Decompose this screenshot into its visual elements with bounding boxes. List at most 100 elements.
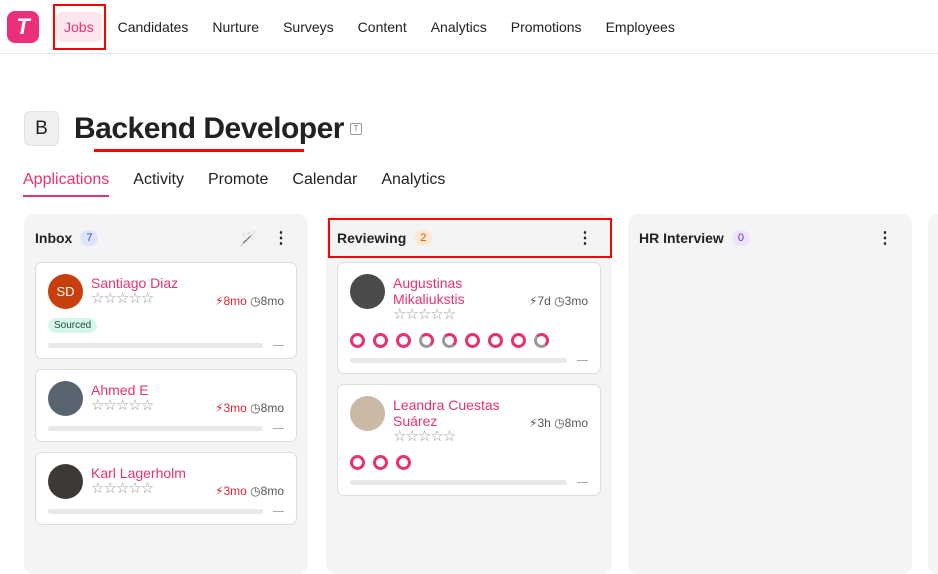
avatar — [48, 464, 83, 499]
clock-icon: ◷ — [550, 294, 565, 308]
candidate-card[interactable]: Leandra Cuestas Suárez ☆☆☆☆☆ ⚡︎3h ◷8mo — [337, 384, 601, 496]
candidate-meta: ⚡︎3mo ◷8mo — [215, 484, 284, 498]
last-activity: 8mo — [223, 294, 247, 308]
rating-stars[interactable]: ☆☆☆☆☆ — [91, 481, 186, 497]
candidate-card[interactable]: Augustinas Mikaliukstis ☆☆☆☆☆ ⚡︎7d ◷3mo — [337, 262, 601, 374]
nav-item-analytics[interactable]: Analytics — [423, 12, 495, 42]
progress-bar — [350, 358, 588, 363]
candidate-meta: ⚡︎7d ◷3mo — [529, 294, 588, 308]
column-inbox: Inbox 7 🪄 ⋮ SD Santiago Diaz ☆☆☆☆☆ ⚡︎8mo ◷8mo So… — [24, 214, 308, 574]
more-vertical-icon[interactable]: ⋮ — [877, 228, 893, 248]
more-vertical-icon[interactable]: ⋮ — [577, 228, 593, 248]
candidate-info: Augustinas Mikaliukstis ☆☆☆☆☆ — [393, 274, 529, 323]
column-title: HR Interview — [639, 230, 724, 246]
evaluation-dots — [350, 333, 588, 348]
candidate-name[interactable]: Santiago Diaz — [91, 275, 178, 291]
dash-icon — [577, 360, 588, 361]
last-activity: 3mo — [223, 401, 247, 415]
column-next — [928, 214, 938, 574]
job-header: B Backend Developer T — [24, 111, 362, 146]
age: 8mo — [260, 401, 284, 415]
column-count-badge: 0 — [731, 230, 750, 246]
avatar: SD — [48, 274, 83, 309]
nav-item-surveys[interactable]: Surveys — [275, 12, 342, 42]
column-header: HR Interview 0 ⋮ — [639, 214, 901, 262]
evaluation-dot[interactable] — [396, 333, 411, 348]
progress-track — [48, 426, 263, 431]
rating-stars[interactable]: ☆☆☆☆☆ — [91, 398, 154, 414]
evaluation-dot[interactable] — [350, 333, 365, 348]
candidate-info: Ahmed E ☆☆☆☆☆ — [91, 381, 154, 414]
nav-item-promotions[interactable]: Promotions — [503, 12, 590, 42]
evaluation-dot[interactable] — [442, 333, 457, 348]
job-initial: B — [24, 111, 59, 146]
column-count-badge: 2 — [414, 230, 433, 246]
progress-track — [48, 509, 263, 514]
progress-bar — [48, 343, 284, 348]
candidate-meta: ⚡︎3mo ◷8mo — [215, 401, 284, 415]
candidate-name[interactable]: Karl Lagerholm — [91, 465, 186, 481]
column-title: Reviewing — [337, 230, 407, 246]
progress-bar — [48, 509, 284, 514]
age: 8mo — [564, 416, 588, 430]
evaluation-dot[interactable] — [534, 333, 549, 348]
column-title: Inbox — [35, 230, 73, 246]
tab-activity[interactable]: Activity — [133, 171, 184, 197]
evaluation-dot[interactable] — [465, 333, 480, 348]
rating-stars[interactable]: ☆☆☆☆☆ — [393, 307, 529, 323]
source-tag: Sourced — [48, 318, 98, 333]
candidate-name[interactable]: Ahmed E — [91, 382, 153, 398]
evaluation-dot[interactable] — [350, 455, 365, 470]
evaluation-dots — [350, 455, 588, 470]
avatar — [350, 274, 385, 309]
progress-bar — [48, 426, 284, 431]
app-logo[interactable]: T — [7, 10, 39, 43]
annotation-underline — [94, 149, 304, 152]
nav-item-candidates[interactable]: Candidates — [110, 12, 197, 42]
progress-track — [350, 480, 567, 485]
last-activity: 7d — [537, 294, 551, 308]
tab-applications[interactable]: Applications — [23, 171, 110, 197]
nav-item-jobs[interactable]: Jobs — [56, 11, 102, 42]
clock-icon: ◷ — [246, 401, 261, 415]
magic-wand-icon[interactable]: 🪄 — [240, 230, 257, 247]
age: 8mo — [260, 294, 284, 308]
candidate-name[interactable]: Leandra Cuestas Suárez — [393, 397, 529, 429]
more-vertical-icon[interactable]: ⋮ — [273, 228, 289, 248]
candidate-info: Leandra Cuestas Suárez ☆☆☆☆☆ — [393, 396, 529, 445]
age: 8mo — [260, 484, 284, 498]
nav-item-employees[interactable]: Employees — [598, 12, 683, 42]
tab-analytics[interactable]: Analytics — [381, 171, 445, 197]
candidate-card[interactable]: SD Santiago Diaz ☆☆☆☆☆ ⚡︎8mo ◷8mo Sourced — [35, 262, 297, 359]
tab-calendar[interactable]: Calendar — [292, 171, 357, 197]
evaluation-dot[interactable] — [419, 333, 434, 348]
dash-icon — [273, 428, 284, 429]
candidate-name[interactable]: Augustinas Mikaliukstis — [393, 275, 529, 307]
activity-icon: ⚡︎ — [215, 484, 224, 498]
tab-promote[interactable]: Promote — [208, 171, 268, 197]
clock-icon: ◷ — [246, 294, 261, 308]
activity-icon: ⚡︎ — [215, 401, 224, 415]
candidate-card[interactable]: Karl Lagerholm ☆☆☆☆☆ ⚡︎3mo ◷8mo — [35, 452, 297, 525]
evaluation-dot[interactable] — [488, 333, 503, 348]
candidate-meta: ⚡︎3h ◷8mo — [529, 416, 588, 430]
progress-track — [48, 343, 263, 348]
nav-item-content[interactable]: Content — [350, 12, 415, 42]
candidate-meta: ⚡︎8mo ◷8mo — [215, 294, 284, 308]
evaluation-dot[interactable] — [511, 333, 526, 348]
nav-item-nurture[interactable]: Nurture — [204, 12, 267, 42]
evaluation-dot[interactable] — [396, 455, 411, 470]
top-nav: T Jobs Candidates Nurture Surveys Content Ana… — [0, 0, 938, 54]
job-tabs: Applications Activity Promote Calendar Analy… — [23, 171, 469, 197]
rating-stars[interactable]: ☆☆☆☆☆ — [393, 429, 529, 445]
rating-stars[interactable]: ☆☆☆☆☆ — [91, 291, 178, 307]
evaluation-dot[interactable] — [373, 333, 388, 348]
card-header: SD Santiago Diaz ☆☆☆☆☆ ⚡︎8mo ◷8mo — [48, 274, 284, 309]
evaluation-dot[interactable] — [373, 455, 388, 470]
dash-icon — [577, 482, 588, 483]
candidate-card[interactable]: Ahmed E ☆☆☆☆☆ ⚡︎3mo ◷8mo — [35, 369, 297, 442]
column-header: Inbox 7 🪄 ⋮ — [35, 214, 297, 262]
page-title: Backend Developer — [74, 111, 344, 145]
card-header: Ahmed E ☆☆☆☆☆ ⚡︎3mo ◷8mo — [48, 381, 284, 416]
template-icon[interactable]: T — [349, 122, 362, 135]
